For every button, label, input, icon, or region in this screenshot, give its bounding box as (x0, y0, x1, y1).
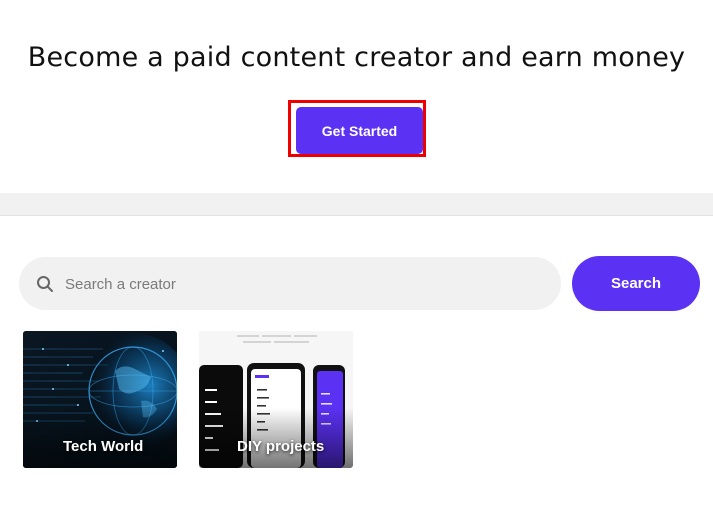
search-bar[interactable] (19, 257, 561, 312)
creator-card-diy-projects[interactable]: DIY projects (199, 331, 353, 468)
search-button[interactable]: Search (572, 256, 700, 311)
hero-section: Become a paid content creator and earn m… (0, 0, 713, 193)
search-input[interactable] (63, 257, 547, 312)
get-started-button[interactable]: Get Started (296, 107, 423, 154)
search-icon (36, 275, 54, 293)
card-title: DIY projects (237, 438, 325, 455)
section-divider (0, 193, 713, 216)
hero-title: Become a paid content creator and earn m… (27, 42, 686, 73)
card-title: Tech World (63, 438, 144, 455)
creator-card-tech-world[interactable]: Tech World (23, 331, 177, 468)
